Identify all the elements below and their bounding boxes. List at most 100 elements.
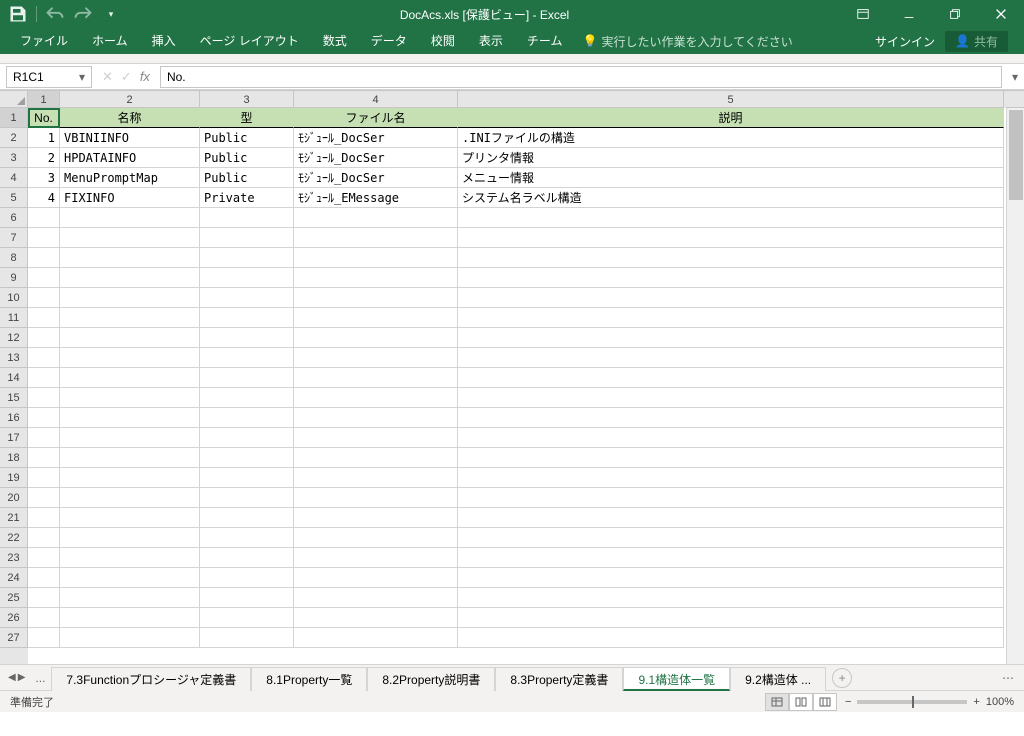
data-cell[interactable] <box>458 328 1004 348</box>
data-cell[interactable] <box>60 268 200 288</box>
data-cell[interactable] <box>294 228 458 248</box>
data-cell[interactable] <box>458 608 1004 628</box>
data-cell[interactable] <box>200 408 294 428</box>
data-cell[interactable] <box>294 208 458 228</box>
fx-icon[interactable]: fx <box>140 69 150 84</box>
data-cell[interactable] <box>200 248 294 268</box>
data-cell[interactable]: Private <box>200 188 294 208</box>
data-cell[interactable] <box>200 508 294 528</box>
data-cell[interactable] <box>294 268 458 288</box>
sheet-nav-prev-icon[interactable]: ◀ <box>8 672 16 683</box>
enter-icon[interactable]: ✓ <box>121 69 132 85</box>
column-header[interactable]: 1 <box>28 91 60 108</box>
data-cell[interactable] <box>200 288 294 308</box>
data-cell[interactable] <box>28 448 60 468</box>
data-cell[interactable] <box>200 548 294 568</box>
row-header[interactable]: 15 <box>0 388 28 408</box>
customize-qat-icon[interactable]: ▾ <box>101 4 121 24</box>
zoom-slider[interactable] <box>857 700 967 704</box>
data-cell[interactable] <box>28 408 60 428</box>
data-cell[interactable] <box>28 568 60 588</box>
data-cell[interactable] <box>458 368 1004 388</box>
data-cell[interactable] <box>60 408 200 428</box>
data-cell[interactable] <box>28 508 60 528</box>
data-cell[interactable] <box>294 308 458 328</box>
row-header[interactable]: 13 <box>0 348 28 368</box>
data-cell[interactable] <box>60 428 200 448</box>
data-cell[interactable] <box>60 348 200 368</box>
formula-input[interactable]: No. <box>160 66 1002 88</box>
data-cell[interactable] <box>60 368 200 388</box>
data-cell[interactable] <box>294 608 458 628</box>
data-cell[interactable] <box>458 388 1004 408</box>
data-cell[interactable] <box>294 248 458 268</box>
sign-in-link[interactable]: サインイン <box>875 33 935 50</box>
data-cell[interactable] <box>458 628 1004 648</box>
row-header[interactable]: 22 <box>0 528 28 548</box>
data-cell[interactable] <box>28 268 60 288</box>
data-cell[interactable]: 3 <box>28 168 60 188</box>
data-cell[interactable] <box>28 308 60 328</box>
data-cell[interactable] <box>294 488 458 508</box>
data-cell[interactable] <box>200 208 294 228</box>
row-header[interactable]: 6 <box>0 208 28 228</box>
row-header[interactable]: 19 <box>0 468 28 488</box>
data-cell[interactable] <box>28 608 60 628</box>
zoom-out-button[interactable]: − <box>845 696 851 708</box>
row-header[interactable]: 16 <box>0 408 28 428</box>
zoom-level[interactable]: 100% <box>986 696 1014 708</box>
row-header[interactable]: 14 <box>0 368 28 388</box>
data-cell[interactable] <box>60 308 200 328</box>
data-cell[interactable] <box>458 228 1004 248</box>
select-all-corner[interactable] <box>0 91 28 108</box>
row-header[interactable]: 25 <box>0 588 28 608</box>
data-cell[interactable] <box>28 548 60 568</box>
data-cell[interactable] <box>294 448 458 468</box>
row-header[interactable]: 26 <box>0 608 28 628</box>
data-cell[interactable] <box>294 288 458 308</box>
page-layout-view-button[interactable] <box>789 693 813 711</box>
data-cell[interactable] <box>60 628 200 648</box>
data-cell[interactable]: VBINIINFO <box>60 128 200 148</box>
data-cell[interactable] <box>294 508 458 528</box>
data-cell[interactable] <box>60 468 200 488</box>
row-header[interactable]: 12 <box>0 328 28 348</box>
data-cell[interactable]: MenuPromptMap <box>60 168 200 188</box>
cells-area[interactable]: No.名称型ファイル名説明1VBINIINFOPublicﾓｼﾞｭｰﾙ_DocS… <box>28 108 1006 664</box>
data-cell[interactable] <box>294 628 458 648</box>
data-cell[interactable] <box>60 248 200 268</box>
data-cell[interactable] <box>28 428 60 448</box>
data-cell[interactable] <box>200 328 294 348</box>
data-cell[interactable]: 1 <box>28 128 60 148</box>
data-cell[interactable] <box>60 448 200 468</box>
data-cell[interactable] <box>458 408 1004 428</box>
tab-page-layout[interactable]: ページ レイアウト <box>188 28 311 54</box>
data-cell[interactable] <box>60 208 200 228</box>
undo-icon[interactable] <box>45 4 65 24</box>
data-cell[interactable] <box>200 568 294 588</box>
tab-team[interactable]: チーム <box>515 28 575 54</box>
column-header[interactable]: 5 <box>458 91 1004 108</box>
cancel-icon[interactable]: ✕ <box>102 69 113 85</box>
row-header[interactable]: 27 <box>0 628 28 648</box>
data-cell[interactable] <box>458 248 1004 268</box>
data-cell[interactable] <box>294 408 458 428</box>
tab-formulas[interactable]: 数式 <box>311 28 359 54</box>
data-cell[interactable]: 4 <box>28 188 60 208</box>
ribbon-display-options-icon[interactable] <box>840 0 886 28</box>
data-cell[interactable] <box>200 368 294 388</box>
row-header[interactable]: 5 <box>0 188 28 208</box>
row-header[interactable]: 10 <box>0 288 28 308</box>
data-cell[interactable] <box>200 308 294 328</box>
new-sheet-button[interactable]: + <box>832 668 852 688</box>
data-cell[interactable] <box>28 328 60 348</box>
row-header[interactable]: 3 <box>0 148 28 168</box>
data-cell[interactable] <box>200 588 294 608</box>
data-cell[interactable] <box>60 588 200 608</box>
data-cell[interactable]: ﾓｼﾞｭｰﾙ_EMessage <box>294 188 458 208</box>
row-header[interactable]: 7 <box>0 228 28 248</box>
name-box[interactable]: R1C1 ▾ <box>6 66 92 88</box>
normal-view-button[interactable] <box>765 693 789 711</box>
sheet-tab[interactable]: 7.3Functionプロシージャ定義書 <box>51 667 251 691</box>
scrollbar-thumb[interactable] <box>1009 110 1023 200</box>
